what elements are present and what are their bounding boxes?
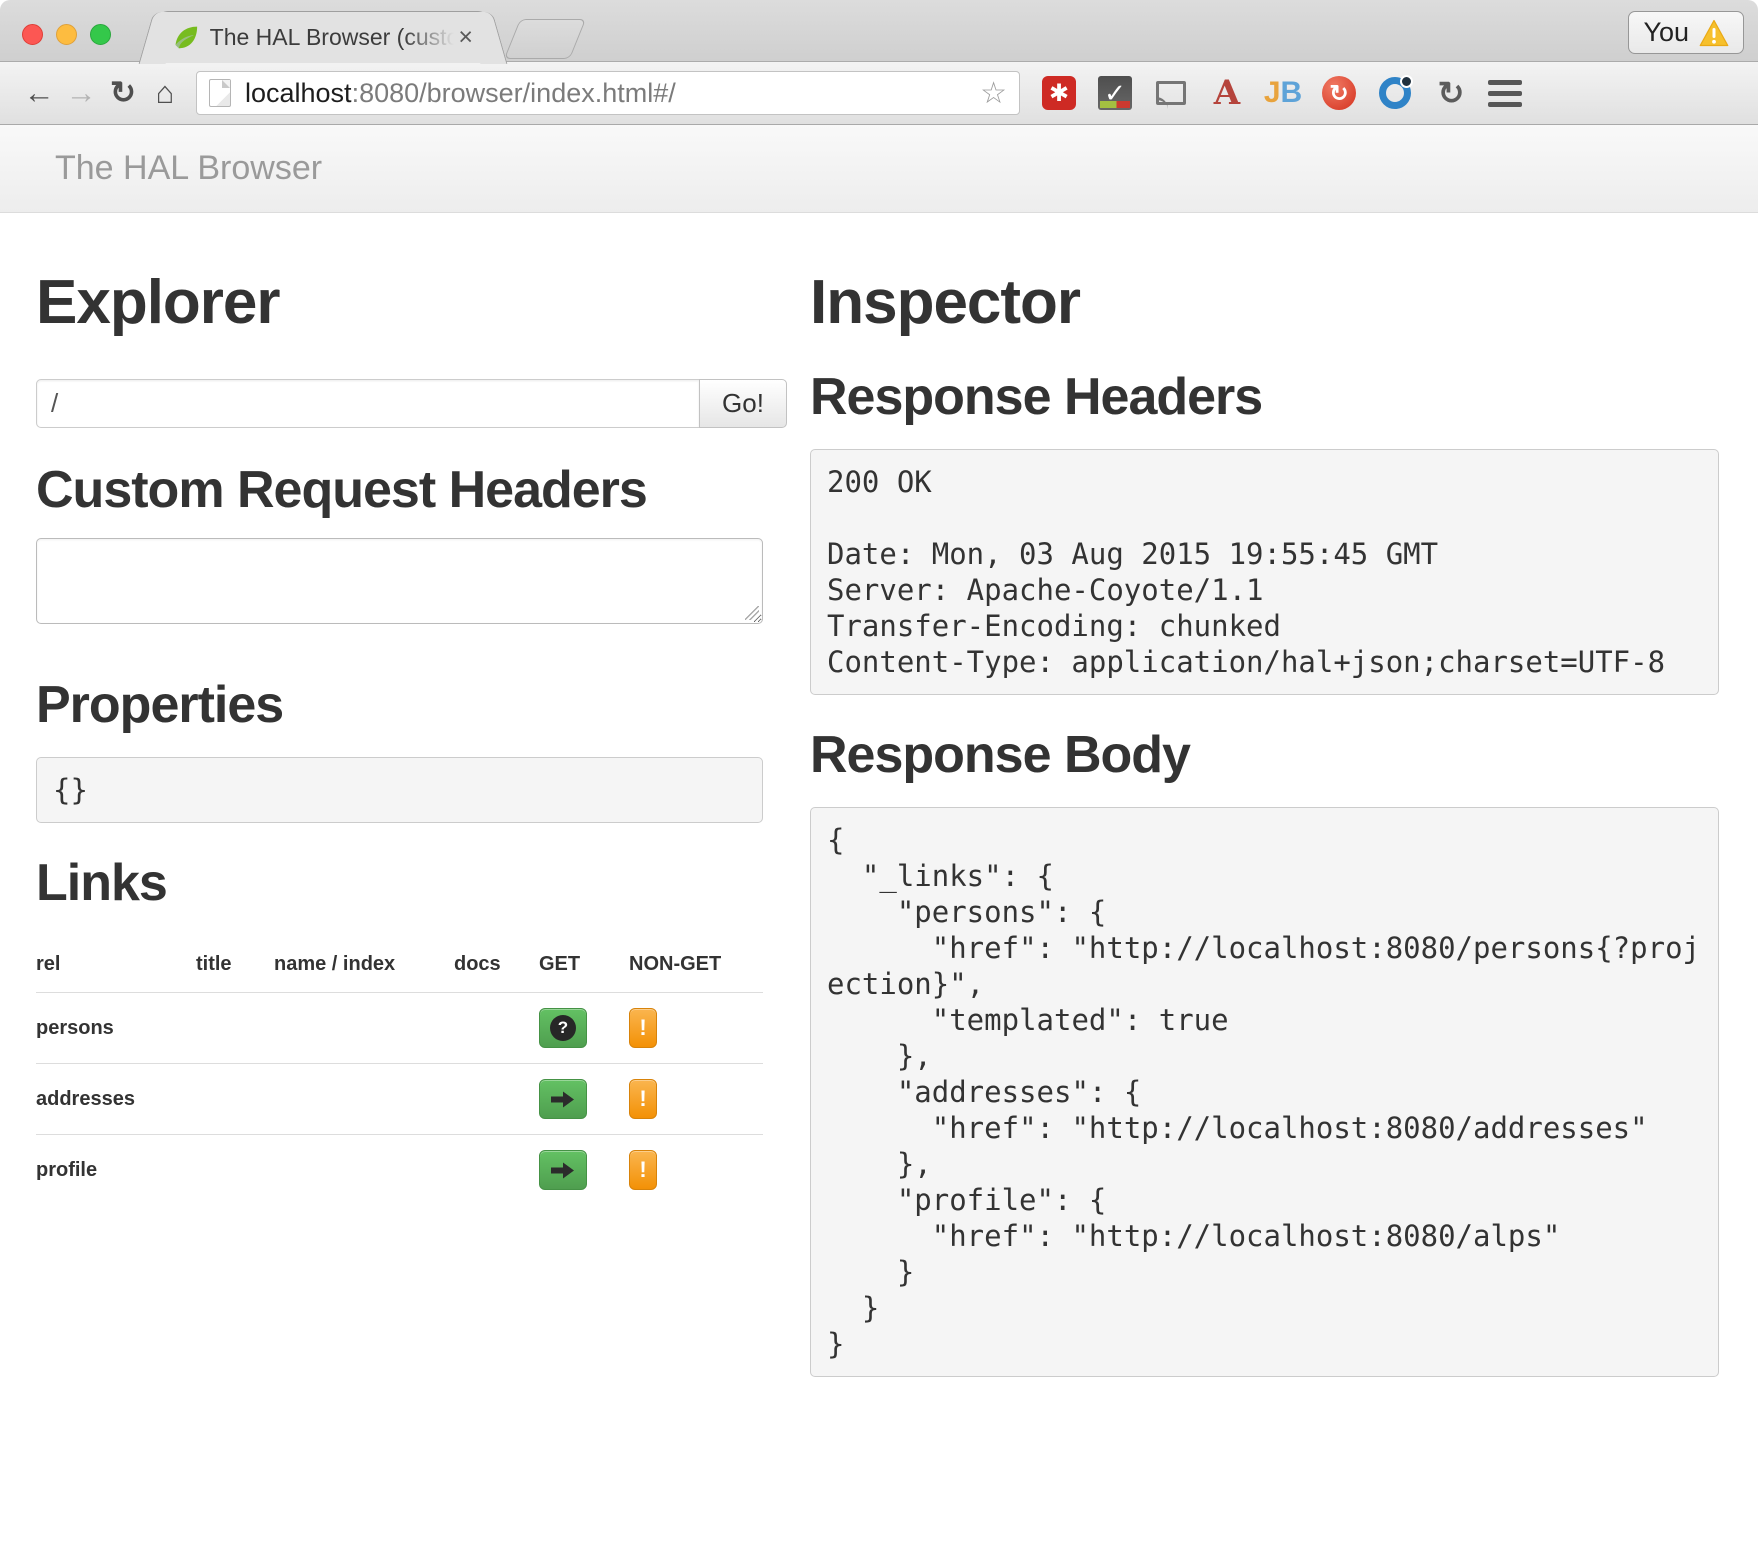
custom-request-headers-title: Custom Request Headers xyxy=(36,460,787,520)
url-text: localhost:8080/browser/index.html#/ xyxy=(245,78,980,109)
site-header: The HAL Browser xyxy=(0,125,1758,213)
sync-icon[interactable]: ↻ xyxy=(1434,76,1468,110)
blue-circle-icon[interactable] xyxy=(1378,76,1412,110)
resource-address-input[interactable] xyxy=(36,379,700,428)
links-title: Links xyxy=(36,853,787,913)
back-icon[interactable]: ← xyxy=(18,75,60,111)
explorer-column: Explorer Go! Custom Request Headers Prop… xyxy=(36,213,787,1205)
custom-request-headers-input[interactable] xyxy=(36,538,763,624)
browser-tab[interactable]: The HAL Browser (customiz × xyxy=(158,11,488,63)
new-tab-button[interactable] xyxy=(504,19,586,59)
forward-icon[interactable]: → xyxy=(60,75,102,111)
response-headers-box: 200 OK Date: Mon, 03 Aug 2015 19:55:45 G… xyxy=(810,449,1719,695)
page-content: Explorer Go! Custom Request Headers Prop… xyxy=(0,213,1758,1541)
font-a-icon[interactable]: A xyxy=(1210,76,1244,110)
arrow-right-icon xyxy=(551,1162,575,1179)
get-button[interactable] xyxy=(539,1079,587,1119)
table-row: persons ? ! xyxy=(36,993,763,1064)
site-title: The HAL Browser xyxy=(55,149,322,188)
col-rel: rel xyxy=(36,939,196,993)
address-bar[interactable]: localhost:8080/browser/index.html#/ ☆ xyxy=(196,71,1020,115)
tab-title: The HAL Browser (customiz xyxy=(210,24,455,51)
col-non-get: NON-GET xyxy=(629,939,763,993)
question-sign-icon: ? xyxy=(550,1015,576,1041)
properties-title: Properties xyxy=(36,675,787,735)
menu-icon[interactable] xyxy=(1488,80,1522,107)
spring-leaf-icon xyxy=(173,24,200,51)
col-name-index: name / index xyxy=(274,939,454,993)
browser-toolbar: ← → ↻ ⌂ localhost:8080/browser/index.htm… xyxy=(0,62,1758,125)
links-table: rel title name / index docs GET NON-GET … xyxy=(36,939,763,1205)
get-button[interactable] xyxy=(539,1150,587,1190)
tab-close-icon[interactable]: × xyxy=(458,25,473,50)
table-row: addresses ! xyxy=(36,1064,763,1135)
rel-cell: addresses xyxy=(36,1064,196,1135)
arrow-right-icon xyxy=(551,1091,575,1108)
close-window-button[interactable] xyxy=(22,24,43,45)
refresh-red-icon[interactable]: ↻ xyxy=(1322,76,1356,110)
chromecast-icon[interactable] xyxy=(1154,76,1188,110)
inspector-column: Inspector Response Headers 200 OK Date: … xyxy=(810,213,1719,1377)
bookmark-star-icon[interactable]: ☆ xyxy=(980,76,1007,111)
properties-value: {} xyxy=(36,757,763,823)
reload-icon[interactable]: ↻ xyxy=(102,75,144,111)
minimize-window-button[interactable] xyxy=(56,24,77,45)
non-get-button[interactable]: ! xyxy=(629,1150,657,1190)
jetbrains-icon[interactable]: JB xyxy=(1266,76,1300,110)
explorer-title: Explorer xyxy=(36,267,787,339)
col-get: GET xyxy=(539,939,629,993)
non-get-button[interactable]: ! xyxy=(629,1008,657,1048)
home-icon[interactable]: ⌂ xyxy=(144,75,186,111)
lastpass-icon[interactable]: ✱ xyxy=(1042,76,1076,110)
extension-row: ✱ ✓ A JB ↻ ↻ xyxy=(1042,76,1468,110)
resource-address-row: Go! xyxy=(36,379,787,428)
profile-button-label: You xyxy=(1643,17,1689,48)
go-button[interactable]: Go! xyxy=(699,379,787,428)
response-body-box: { "_links": { "persons": { "href": "http… xyxy=(810,807,1719,1377)
table-row: profile ! xyxy=(36,1135,763,1206)
inspector-title: Inspector xyxy=(810,267,1719,339)
col-title: title xyxy=(196,939,274,993)
checker-icon[interactable]: ✓ xyxy=(1098,76,1132,110)
page-icon[interactable] xyxy=(209,79,231,107)
warning-triangle-icon xyxy=(1699,19,1729,47)
rel-cell: persons xyxy=(36,993,196,1064)
links-header-row: rel title name / index docs GET NON-GET xyxy=(36,939,763,993)
profile-button[interactable]: You xyxy=(1628,11,1744,54)
response-body-title: Response Body xyxy=(810,725,1719,785)
zoom-window-button[interactable] xyxy=(90,24,111,45)
response-headers-title: Response Headers xyxy=(810,367,1719,427)
col-docs: docs xyxy=(454,939,539,993)
tab-strip: The HAL Browser (customiz × You xyxy=(0,0,1758,62)
get-button[interactable]: ? xyxy=(539,1008,587,1048)
non-get-button[interactable]: ! xyxy=(629,1079,657,1119)
rel-cell: profile xyxy=(36,1135,196,1206)
